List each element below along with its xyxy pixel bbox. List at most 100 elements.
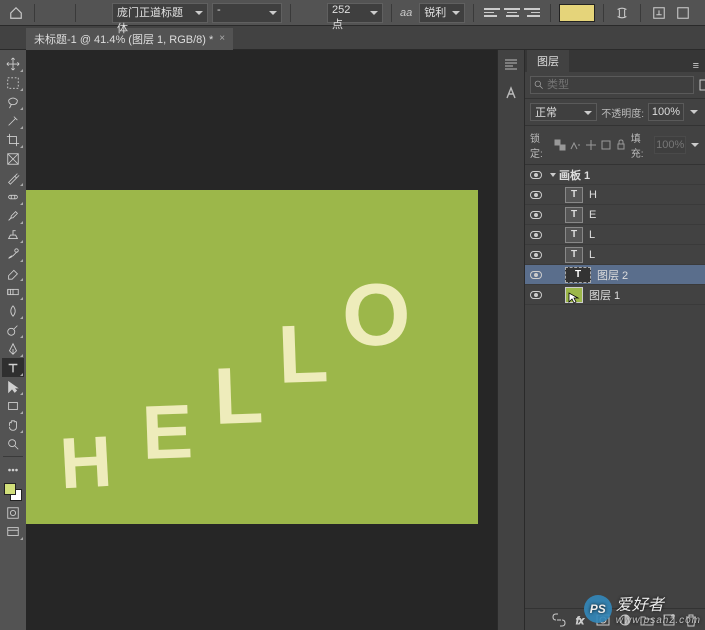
quick-mask-icon[interactable]: [2, 503, 24, 522]
eraser-tool[interactable]: [2, 263, 24, 282]
opacity-value[interactable]: 100%: [648, 103, 684, 121]
visibility-toggle[interactable]: [525, 171, 547, 179]
screen-mode-icon[interactable]: [2, 522, 24, 541]
canvas-area[interactable]: H E L L O: [26, 50, 497, 630]
align-right-button[interactable]: [524, 5, 540, 21]
link-layers-icon[interactable]: [551, 612, 567, 628]
panel-menu-icon[interactable]: ≡: [687, 60, 705, 72]
artboard: H E L L O: [26, 190, 478, 524]
visibility-toggle[interactable]: [525, 291, 547, 299]
filter-pixel-icon[interactable]: [698, 78, 705, 92]
artboard-row[interactable]: 画板 1: [525, 165, 705, 185]
blur-tool[interactable]: [2, 301, 24, 320]
layer-row[interactable]: L: [525, 245, 705, 265]
layer-name: 图层 1: [589, 287, 620, 303]
text-color-swatch[interactable]: [559, 4, 595, 22]
fill-label: 填充:: [631, 130, 651, 160]
document-tabs-bar: 未标题-1 @ 41.4% (图层 1, RGB/8) * ×: [0, 26, 705, 50]
layer-filter-row: [525, 72, 705, 99]
rectangle-tool[interactable]: [2, 396, 24, 415]
edit-toolbar-icon[interactable]: [2, 460, 24, 479]
new-layer-icon[interactable]: [661, 612, 677, 628]
move-tool[interactable]: [2, 54, 24, 73]
visibility-toggle[interactable]: [525, 191, 547, 199]
lock-label: 锁定:: [530, 130, 550, 160]
magic-wand-tool[interactable]: [2, 111, 24, 130]
layer-name: L: [589, 249, 595, 261]
lock-transparency-icon[interactable]: [553, 138, 565, 152]
history-brush-tool[interactable]: [2, 244, 24, 263]
foreground-background-colors[interactable]: [2, 481, 24, 503]
layer-row[interactable]: 图层 1: [525, 285, 705, 305]
brush-tool[interactable]: [2, 206, 24, 225]
paragraph-panel-icon[interactable]: [501, 56, 521, 74]
visibility-toggle[interactable]: [525, 271, 547, 279]
zoom-tool[interactable]: [2, 434, 24, 453]
layer-name: 图层 2: [597, 267, 628, 283]
layer-mask-icon[interactable]: [595, 612, 611, 628]
canvas-letter: O: [340, 263, 412, 367]
clone-stamp-tool[interactable]: [2, 225, 24, 244]
layers-tab[interactable]: 图层: [527, 50, 569, 72]
cursor-icon: [568, 292, 580, 307]
canvas-letter: L: [276, 307, 329, 403]
group-icon[interactable]: [639, 612, 655, 628]
lock-artboard-icon[interactable]: [600, 138, 612, 152]
artboard-name: 画板 1: [559, 167, 590, 183]
align-left-button[interactable]: [484, 5, 500, 21]
character-panel-icon[interactable]: [649, 3, 669, 23]
text-tool-icon: [43, 1, 67, 25]
opacity-slider-icon[interactable]: [688, 103, 700, 121]
gradient-tool[interactable]: [2, 282, 24, 301]
lock-all-icon[interactable]: [615, 138, 627, 152]
antialias-select[interactable]: 锐利: [419, 3, 465, 23]
layer-row[interactable]: H: [525, 185, 705, 205]
align-center-button[interactable]: [504, 5, 520, 21]
fill-layer-thumb: [565, 287, 583, 303]
type-tool[interactable]: [2, 358, 24, 377]
font-style-select[interactable]: -: [212, 3, 282, 23]
marquee-tool[interactable]: [2, 73, 24, 92]
healing-brush-tool[interactable]: [2, 187, 24, 206]
warp-text-icon[interactable]: [612, 3, 632, 23]
frame-tool[interactable]: [2, 149, 24, 168]
visibility-toggle[interactable]: [525, 211, 547, 219]
layer-filter-input[interactable]: [530, 76, 694, 94]
hand-tool[interactable]: [2, 415, 24, 434]
close-tab-icon[interactable]: ×: [219, 33, 225, 44]
font-family-select[interactable]: 庞门正道标题体: [112, 3, 208, 23]
visibility-toggle[interactable]: [525, 231, 547, 239]
path-selection-tool[interactable]: [2, 377, 24, 396]
expand-icon[interactable]: [547, 173, 559, 177]
options-bar: 庞门正道标题体 - 252 点 aa 锐利: [0, 0, 705, 26]
lasso-tool[interactable]: [2, 92, 24, 111]
document-tab[interactable]: 未标题-1 @ 41.4% (图层 1, RGB/8) * ×: [26, 28, 233, 50]
3d-icon[interactable]: [673, 3, 693, 23]
fill-value[interactable]: 100%: [654, 136, 686, 154]
font-size-select[interactable]: 252 点: [327, 3, 383, 23]
visibility-toggle[interactable]: [525, 251, 547, 259]
layer-row[interactable]: E: [525, 205, 705, 225]
panel-tabs: 图层 ≡: [525, 50, 705, 72]
canvas-letter: L: [212, 349, 264, 443]
pen-tool[interactable]: [2, 339, 24, 358]
collapsed-panels: [497, 50, 525, 630]
text-layer-thumb: [565, 267, 591, 283]
eyedropper-tool[interactable]: [2, 168, 24, 187]
text-orientation-icon[interactable]: [84, 1, 108, 25]
delete-layer-icon[interactable]: [683, 612, 699, 628]
lock-position-icon[interactable]: [584, 138, 596, 152]
blend-mode-select[interactable]: 正常: [530, 103, 597, 121]
layer-style-icon[interactable]: fx: [573, 612, 589, 628]
adjustment-layer-icon[interactable]: [617, 612, 633, 628]
layers-list: 画板 1 H E L: [525, 165, 705, 608]
home-icon[interactable]: [6, 3, 26, 23]
character-panel-icon[interactable]: [501, 84, 521, 102]
layer-row[interactable]: L: [525, 225, 705, 245]
layer-row-selected[interactable]: 图层 2: [525, 265, 705, 285]
fill-slider-icon[interactable]: [689, 136, 700, 154]
crop-tool[interactable]: [2, 130, 24, 149]
dodge-tool[interactable]: [2, 320, 24, 339]
blend-opacity-row: 正常 不透明度: 100%: [525, 99, 705, 126]
lock-image-icon[interactable]: [569, 138, 581, 152]
